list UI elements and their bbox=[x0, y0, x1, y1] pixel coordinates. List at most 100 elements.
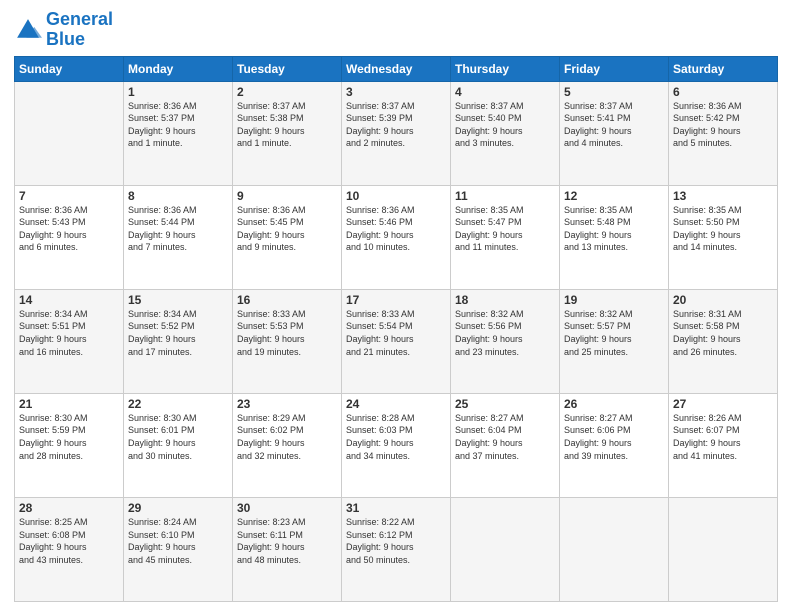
calendar-week-row: 28Sunrise: 8:25 AM Sunset: 6:08 PM Dayli… bbox=[15, 497, 778, 601]
day-info: Sunrise: 8:36 AM Sunset: 5:46 PM Dayligh… bbox=[346, 204, 446, 254]
calendar-cell: 3Sunrise: 8:37 AM Sunset: 5:39 PM Daylig… bbox=[342, 81, 451, 185]
day-info: Sunrise: 8:35 AM Sunset: 5:48 PM Dayligh… bbox=[564, 204, 664, 254]
day-info: Sunrise: 8:34 AM Sunset: 5:51 PM Dayligh… bbox=[19, 308, 119, 358]
day-number: 13 bbox=[673, 189, 773, 203]
calendar-cell: 21Sunrise: 8:30 AM Sunset: 5:59 PM Dayli… bbox=[15, 393, 124, 497]
calendar-cell: 20Sunrise: 8:31 AM Sunset: 5:58 PM Dayli… bbox=[669, 289, 778, 393]
day-info: Sunrise: 8:33 AM Sunset: 5:53 PM Dayligh… bbox=[237, 308, 337, 358]
day-number: 1 bbox=[128, 85, 228, 99]
calendar-cell: 29Sunrise: 8:24 AM Sunset: 6:10 PM Dayli… bbox=[124, 497, 233, 601]
day-info: Sunrise: 8:36 AM Sunset: 5:44 PM Dayligh… bbox=[128, 204, 228, 254]
calendar-cell: 7Sunrise: 8:36 AM Sunset: 5:43 PM Daylig… bbox=[15, 185, 124, 289]
day-number: 29 bbox=[128, 501, 228, 515]
calendar-cell: 13Sunrise: 8:35 AM Sunset: 5:50 PM Dayli… bbox=[669, 185, 778, 289]
calendar-cell: 23Sunrise: 8:29 AM Sunset: 6:02 PM Dayli… bbox=[233, 393, 342, 497]
day-number: 2 bbox=[237, 85, 337, 99]
day-number: 6 bbox=[673, 85, 773, 99]
calendar-cell: 31Sunrise: 8:22 AM Sunset: 6:12 PM Dayli… bbox=[342, 497, 451, 601]
logo-blue: Blue bbox=[46, 29, 85, 49]
day-number: 22 bbox=[128, 397, 228, 411]
calendar-cell: 6Sunrise: 8:36 AM Sunset: 5:42 PM Daylig… bbox=[669, 81, 778, 185]
weekday-header: Sunday bbox=[15, 56, 124, 81]
day-number: 10 bbox=[346, 189, 446, 203]
day-number: 4 bbox=[455, 85, 555, 99]
day-number: 12 bbox=[564, 189, 664, 203]
day-info: Sunrise: 8:23 AM Sunset: 6:11 PM Dayligh… bbox=[237, 516, 337, 566]
calendar-cell bbox=[560, 497, 669, 601]
calendar-cell: 5Sunrise: 8:37 AM Sunset: 5:41 PM Daylig… bbox=[560, 81, 669, 185]
day-info: Sunrise: 8:36 AM Sunset: 5:42 PM Dayligh… bbox=[673, 100, 773, 150]
day-info: Sunrise: 8:36 AM Sunset: 5:43 PM Dayligh… bbox=[19, 204, 119, 254]
day-info: Sunrise: 8:37 AM Sunset: 5:40 PM Dayligh… bbox=[455, 100, 555, 150]
day-info: Sunrise: 8:32 AM Sunset: 5:57 PM Dayligh… bbox=[564, 308, 664, 358]
weekday-header: Wednesday bbox=[342, 56, 451, 81]
day-number: 16 bbox=[237, 293, 337, 307]
calendar-cell bbox=[669, 497, 778, 601]
day-number: 24 bbox=[346, 397, 446, 411]
day-number: 26 bbox=[564, 397, 664, 411]
day-info: Sunrise: 8:30 AM Sunset: 6:01 PM Dayligh… bbox=[128, 412, 228, 462]
calendar-cell bbox=[15, 81, 124, 185]
day-info: Sunrise: 8:25 AM Sunset: 6:08 PM Dayligh… bbox=[19, 516, 119, 566]
day-info: Sunrise: 8:37 AM Sunset: 5:38 PM Dayligh… bbox=[237, 100, 337, 150]
day-number: 19 bbox=[564, 293, 664, 307]
day-info: Sunrise: 8:29 AM Sunset: 6:02 PM Dayligh… bbox=[237, 412, 337, 462]
day-info: Sunrise: 8:22 AM Sunset: 6:12 PM Dayligh… bbox=[346, 516, 446, 566]
calendar-cell bbox=[451, 497, 560, 601]
logo-general: General bbox=[46, 9, 113, 29]
day-number: 11 bbox=[455, 189, 555, 203]
weekday-header: Tuesday bbox=[233, 56, 342, 81]
day-number: 8 bbox=[128, 189, 228, 203]
page: General Blue SundayMondayTuesdayWednesda… bbox=[0, 0, 792, 612]
calendar-cell: 18Sunrise: 8:32 AM Sunset: 5:56 PM Dayli… bbox=[451, 289, 560, 393]
calendar-cell: 10Sunrise: 8:36 AM Sunset: 5:46 PM Dayli… bbox=[342, 185, 451, 289]
calendar-cell: 1Sunrise: 8:36 AM Sunset: 5:37 PM Daylig… bbox=[124, 81, 233, 185]
calendar-cell: 11Sunrise: 8:35 AM Sunset: 5:47 PM Dayli… bbox=[451, 185, 560, 289]
day-number: 25 bbox=[455, 397, 555, 411]
calendar-cell: 2Sunrise: 8:37 AM Sunset: 5:38 PM Daylig… bbox=[233, 81, 342, 185]
logo-text: General Blue bbox=[46, 10, 113, 50]
day-info: Sunrise: 8:35 AM Sunset: 5:47 PM Dayligh… bbox=[455, 204, 555, 254]
calendar-week-row: 7Sunrise: 8:36 AM Sunset: 5:43 PM Daylig… bbox=[15, 185, 778, 289]
day-info: Sunrise: 8:37 AM Sunset: 5:41 PM Dayligh… bbox=[564, 100, 664, 150]
day-info: Sunrise: 8:28 AM Sunset: 6:03 PM Dayligh… bbox=[346, 412, 446, 462]
day-info: Sunrise: 8:26 AM Sunset: 6:07 PM Dayligh… bbox=[673, 412, 773, 462]
day-number: 28 bbox=[19, 501, 119, 515]
weekday-header: Monday bbox=[124, 56, 233, 81]
day-info: Sunrise: 8:35 AM Sunset: 5:50 PM Dayligh… bbox=[673, 204, 773, 254]
day-number: 27 bbox=[673, 397, 773, 411]
calendar-cell: 9Sunrise: 8:36 AM Sunset: 5:45 PM Daylig… bbox=[233, 185, 342, 289]
day-info: Sunrise: 8:34 AM Sunset: 5:52 PM Dayligh… bbox=[128, 308, 228, 358]
calendar-week-row: 1Sunrise: 8:36 AM Sunset: 5:37 PM Daylig… bbox=[15, 81, 778, 185]
day-info: Sunrise: 8:24 AM Sunset: 6:10 PM Dayligh… bbox=[128, 516, 228, 566]
day-number: 5 bbox=[564, 85, 664, 99]
day-number: 14 bbox=[19, 293, 119, 307]
day-info: Sunrise: 8:33 AM Sunset: 5:54 PM Dayligh… bbox=[346, 308, 446, 358]
weekday-header: Friday bbox=[560, 56, 669, 81]
weekday-header: Thursday bbox=[451, 56, 560, 81]
calendar-cell: 4Sunrise: 8:37 AM Sunset: 5:40 PM Daylig… bbox=[451, 81, 560, 185]
weekday-header-row: SundayMondayTuesdayWednesdayThursdayFrid… bbox=[15, 56, 778, 81]
calendar-cell: 28Sunrise: 8:25 AM Sunset: 6:08 PM Dayli… bbox=[15, 497, 124, 601]
calendar-week-row: 14Sunrise: 8:34 AM Sunset: 5:51 PM Dayli… bbox=[15, 289, 778, 393]
day-number: 21 bbox=[19, 397, 119, 411]
day-info: Sunrise: 8:32 AM Sunset: 5:56 PM Dayligh… bbox=[455, 308, 555, 358]
day-info: Sunrise: 8:36 AM Sunset: 5:37 PM Dayligh… bbox=[128, 100, 228, 150]
logo-icon bbox=[14, 16, 42, 44]
day-number: 17 bbox=[346, 293, 446, 307]
day-number: 20 bbox=[673, 293, 773, 307]
day-number: 9 bbox=[237, 189, 337, 203]
day-info: Sunrise: 8:27 AM Sunset: 6:06 PM Dayligh… bbox=[564, 412, 664, 462]
calendar-cell: 12Sunrise: 8:35 AM Sunset: 5:48 PM Dayli… bbox=[560, 185, 669, 289]
day-number: 3 bbox=[346, 85, 446, 99]
day-info: Sunrise: 8:36 AM Sunset: 5:45 PM Dayligh… bbox=[237, 204, 337, 254]
calendar-cell: 15Sunrise: 8:34 AM Sunset: 5:52 PM Dayli… bbox=[124, 289, 233, 393]
calendar-cell: 30Sunrise: 8:23 AM Sunset: 6:11 PM Dayli… bbox=[233, 497, 342, 601]
calendar-table: SundayMondayTuesdayWednesdayThursdayFrid… bbox=[14, 56, 778, 602]
header: General Blue bbox=[14, 10, 778, 50]
day-number: 31 bbox=[346, 501, 446, 515]
weekday-header: Saturday bbox=[669, 56, 778, 81]
calendar-cell: 27Sunrise: 8:26 AM Sunset: 6:07 PM Dayli… bbox=[669, 393, 778, 497]
calendar-cell: 24Sunrise: 8:28 AM Sunset: 6:03 PM Dayli… bbox=[342, 393, 451, 497]
calendar-week-row: 21Sunrise: 8:30 AM Sunset: 5:59 PM Dayli… bbox=[15, 393, 778, 497]
